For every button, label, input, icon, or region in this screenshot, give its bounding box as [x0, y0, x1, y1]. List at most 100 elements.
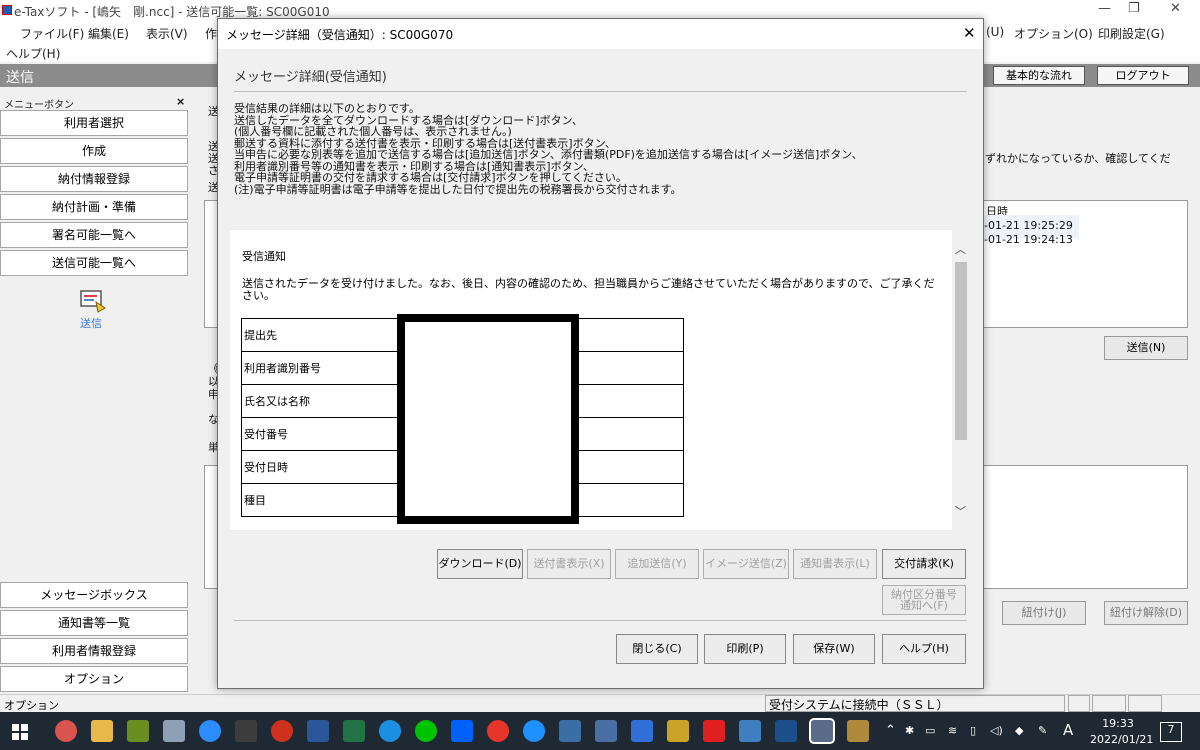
field-label: 氏名又は名称 — [241, 384, 400, 418]
app-icon-8[interactable] — [631, 720, 653, 742]
status-left: オプション — [4, 699, 59, 712]
app-icon-9[interactable] — [667, 720, 689, 742]
menu-view[interactable]: 表示(V) — [146, 25, 188, 42]
bluetooth-icon[interactable]: ✱ — [905, 724, 914, 737]
app-icon-7[interactable] — [595, 720, 617, 742]
additional-send-button[interactable]: 追加送信(Y) — [615, 549, 699, 579]
dropbox-tray-icon[interactable]: ◆ — [1015, 724, 1023, 737]
cover-sheet-button[interactable]: 送付書表示(X) — [527, 549, 611, 579]
status-panel — [1068, 695, 1090, 712]
field-label: 利用者識別番号 — [241, 351, 400, 385]
menu-signable-list-button[interactable]: 署名可能一覧へ — [0, 222, 188, 248]
app-icon — [2, 5, 12, 15]
bg-unlink-button[interactable]: 紐付け解除(D) — [1104, 601, 1188, 625]
close-button[interactable]: 閉じる(C) — [616, 634, 698, 664]
app-icon-3[interactable] — [235, 720, 257, 742]
app-icon-2[interactable] — [163, 720, 185, 742]
menu-user-info-button[interactable]: 利用者情報登録 — [0, 638, 188, 664]
app-icon-4[interactable] — [271, 720, 293, 742]
scroll-down-icon[interactable]: ﹀ — [955, 503, 966, 519]
clock-date[interactable]: 2022/01/21 — [1090, 733, 1153, 746]
yayoi-icon[interactable] — [775, 720, 797, 742]
save-button[interactable]: 保存(W) — [793, 634, 875, 664]
image-send-button[interactable]: イメージ送信(Z) — [703, 549, 789, 579]
field-extra — [577, 351, 684, 385]
window-close-button[interactable]: ✕ — [1170, 1, 1181, 16]
windows-start-icon[interactable] — [12, 724, 28, 740]
acrobat-icon[interactable] — [703, 720, 725, 742]
app-icon-10[interactable] — [739, 720, 761, 742]
field-label: 提出先 — [241, 318, 400, 352]
chrome-icon[interactable] — [55, 720, 77, 742]
payment-code-button[interactable]: 納付区分番号 通知へ(F) — [882, 585, 966, 615]
field-label: 受付日時 — [241, 450, 400, 484]
intro-line: 電子申請等証明書の交付を請求する場合は[交付請求]ボタンを押してください。 — [234, 171, 627, 184]
menu-create-button[interactable]: 作成 — [0, 138, 188, 164]
line-icon[interactable] — [415, 720, 437, 742]
bg-row-time[interactable]: -01-21 19:25:29 — [984, 219, 1073, 232]
field-extra — [577, 450, 684, 484]
notice-display-button[interactable]: 通知書表示(L) — [793, 549, 877, 579]
app-icon-11[interactable] — [847, 720, 869, 742]
scroll-up-icon[interactable]: ︿ — [955, 241, 966, 257]
issue-request-button[interactable]: 交付請求(K) — [882, 549, 966, 579]
tray-chevron-icon[interactable]: ⌃ — [885, 723, 896, 738]
notice-content-pane[interactable]: 受信通知 送信されたデータを受け付けました。なお、後日、内容の確認のため、担当職… — [230, 230, 952, 530]
menu-sendable-list-button[interactable]: 送信可能一覧へ — [0, 250, 188, 276]
menu-create[interactable]: 作 — [205, 25, 217, 42]
menu-notice-list-button[interactable]: 通知書等一覧 — [0, 610, 188, 636]
taskbar: ⌃ ✱ ▭ ≋ ▯ ◁) ◆ ✎ A 19:33 2022/01/21 7 — [0, 712, 1200, 750]
notification-center-icon[interactable]: 7 — [1160, 722, 1182, 742]
tray-app-icon[interactable]: ▭ — [925, 724, 935, 737]
menu-help[interactable]: ヘルプ(H) — [6, 45, 60, 62]
app-icon-5[interactable] — [487, 720, 509, 742]
help-button[interactable]: ヘルプ(H) — [882, 634, 966, 664]
left-menu: メニューボタン × 利用者選択 作成 納付情報登録 納付計画・準備 署名可能一覧… — [0, 95, 190, 692]
bg-row-time[interactable]: -01-21 19:24:13 — [984, 233, 1073, 246]
pen-icon[interactable]: ✎ — [1038, 724, 1047, 737]
field-label: 受付番号 — [241, 417, 400, 451]
print-button[interactable]: 印刷(P) — [704, 634, 786, 664]
dialog-close-icon[interactable]: ✕ — [963, 24, 976, 42]
volume-icon[interactable]: ◁) — [990, 724, 1003, 737]
word-icon[interactable] — [307, 720, 329, 742]
logout-button[interactable]: ログアウト — [1097, 66, 1189, 85]
clock-time[interactable]: 19:33 — [1094, 717, 1142, 730]
basic-flow-button[interactable]: 基本的な流れ — [993, 66, 1085, 85]
edge-icon[interactable] — [379, 720, 401, 742]
dialog-title: メッセージ詳細（受信通知）: SC00G070 — [226, 28, 454, 42]
menu-payment-info-button[interactable]: 納付情報登録 — [0, 166, 188, 192]
battery-icon[interactable]: ▯ — [970, 724, 976, 737]
notice-message: 送信されたデータを受け付けました。なお、後日、内容の確認のため、担当職員からご連… — [242, 277, 935, 302]
left-menu-close-icon[interactable]: × — [176, 95, 185, 108]
ime-indicator[interactable]: A — [1063, 721, 1073, 739]
download-button[interactable]: ダウンロード(D) — [437, 549, 523, 579]
scrollbar-thumb[interactable] — [955, 262, 967, 440]
bg-link-button[interactable]: 紐付け(J) — [1002, 601, 1086, 625]
file-explorer-icon[interactable] — [91, 720, 113, 742]
menu-message-box-button[interactable]: メッセージボックス — [0, 582, 188, 608]
app-icon-6[interactable] — [559, 720, 581, 742]
ie-icon[interactable] — [523, 720, 545, 742]
zoom-icon[interactable] — [199, 720, 221, 742]
excel-icon[interactable] — [343, 720, 365, 742]
wifi-icon[interactable]: ≋ — [948, 724, 957, 737]
menu-file[interactable]: ファイル(F) — [20, 25, 84, 42]
dropbox-icon[interactable] — [451, 720, 473, 742]
status-panel — [1092, 695, 1126, 712]
payment-code-line: 通知へ(F) — [900, 599, 948, 612]
menu-edit[interactable]: 編集(E) — [88, 25, 129, 42]
app-icon-1[interactable] — [127, 720, 149, 742]
intro-line: (個人番号欄に記載された個人番号は、表示されません。) — [234, 125, 512, 138]
menu-print-settings[interactable]: 印刷設定(G) — [1098, 25, 1165, 42]
menu-options[interactable]: オプション(O) — [1014, 25, 1093, 42]
minimize-button[interactable]: — — [1098, 1, 1111, 16]
send-icon[interactable] — [78, 288, 108, 314]
menu-options-button[interactable]: オプション — [0, 666, 188, 692]
menu-user-select-button[interactable]: 利用者選択 — [0, 110, 188, 136]
menu-tools[interactable]: (U) — [986, 25, 1004, 39]
bg-send-button[interactable]: 送信(N) — [1104, 336, 1188, 360]
etax-icon[interactable] — [809, 718, 835, 744]
menu-payment-plan-button[interactable]: 納付計画・準備 — [0, 194, 188, 220]
restore-button[interactable]: ❐ — [1128, 1, 1140, 16]
